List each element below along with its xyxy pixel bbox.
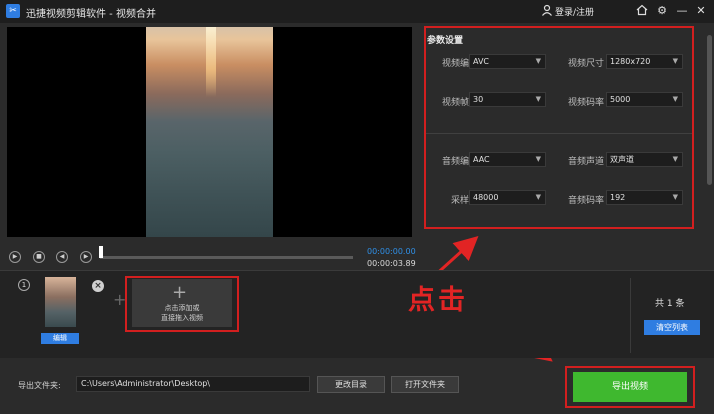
export-path-field[interactable]: C:\Users\Administrator\Desktop\: [76, 376, 310, 392]
click-annotation: 点击: [408, 285, 468, 316]
clear-list-button[interactable]: 清空列表: [644, 320, 700, 335]
clip-count: 共 1 条: [655, 299, 685, 309]
divider: [630, 278, 631, 353]
remove-clip-icon[interactable]: ×: [92, 280, 104, 292]
add-plus-icon[interactable]: +: [172, 282, 187, 303]
add-video-hint-2: 直接拖入视频: [161, 314, 203, 322]
clip-thumbnail[interactable]: [45, 277, 76, 327]
clip-edit-button[interactable]: 编辑: [41, 333, 79, 344]
open-folder-button[interactable]: 打开文件夹: [391, 376, 459, 393]
export-video-button[interactable]: 导出视频: [573, 372, 687, 402]
change-directory-button[interactable]: 更改目录: [317, 376, 385, 393]
export-folder-label: 导出文件夹:: [18, 381, 61, 390]
clip-list-area: [0, 270, 714, 358]
add-video-hint-1: 点击添加或: [164, 304, 200, 312]
clip-index: 1: [18, 279, 30, 291]
